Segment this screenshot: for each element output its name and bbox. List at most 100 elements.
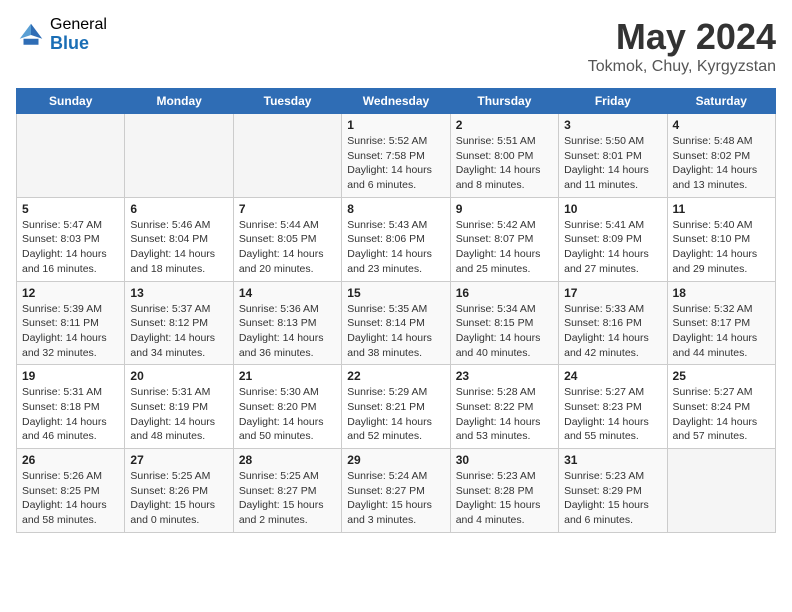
day-number: 3	[564, 118, 661, 132]
day-info: Sunrise: 5:30 AM Sunset: 8:20 PM Dayligh…	[239, 385, 336, 444]
weekday-header-cell: Wednesday	[342, 89, 450, 114]
calendar-cell: 7Sunrise: 5:44 AM Sunset: 8:05 PM Daylig…	[233, 197, 341, 281]
title-area: May 2024 Tokmok, Chuy, Kyrgyzstan	[588, 16, 776, 76]
calendar-cell: 13Sunrise: 5:37 AM Sunset: 8:12 PM Dayli…	[125, 281, 233, 365]
calendar-week-row: 5 Sunrise: 5:47 AM Sunset: 8:03 PM Daylig…	[17, 197, 776, 281]
calendar-week-row: 26Sunrise: 5:26 AM Sunset: 8:25 PM Dayli…	[17, 449, 776, 533]
calendar-cell: 6Sunrise: 5:46 AM Sunset: 8:04 PM Daylig…	[125, 197, 233, 281]
page-header: General Blue May 2024 Tokmok, Chuy, Kyrg…	[16, 16, 776, 76]
weekday-header-cell: Saturday	[667, 89, 775, 114]
day-info: Sunrise: 5:25 AM Sunset: 8:26 PM Dayligh…	[130, 469, 227, 528]
day-number: 17	[564, 286, 661, 300]
day-info: Sunrise: 5:47 AM Sunset: 8:03 PM Dayligh…	[22, 218, 119, 277]
day-info: Sunrise: 5:28 AM Sunset: 8:22 PM Dayligh…	[456, 385, 553, 444]
day-info: Sunrise: 5:41 AM Sunset: 8:09 PM Dayligh…	[564, 218, 661, 277]
calendar-cell	[233, 114, 341, 198]
calendar-week-row: 19Sunrise: 5:31 AM Sunset: 8:18 PM Dayli…	[17, 365, 776, 449]
day-number: 22	[347, 369, 444, 383]
calendar-cell: 15Sunrise: 5:35 AM Sunset: 8:14 PM Dayli…	[342, 281, 450, 365]
day-number: 31	[564, 453, 661, 467]
day-number: 12	[22, 286, 119, 300]
logo-general: General	[50, 16, 107, 34]
calendar: SundayMondayTuesdayWednesdayThursdayFrid…	[16, 88, 776, 533]
day-number: 21	[239, 369, 336, 383]
day-number: 5	[22, 202, 119, 216]
calendar-cell: 11Sunrise: 5:40 AM Sunset: 8:10 PM Dayli…	[667, 197, 775, 281]
day-number: 26	[22, 453, 119, 467]
day-number: 18	[673, 286, 770, 300]
calendar-cell: 25 Sunrise: 5:27 AM Sunset: 8:24 PM Dayli…	[667, 365, 775, 449]
calendar-cell: 31 Sunrise: 5:23 AM Sunset: 8:29 PM Dayli…	[559, 449, 667, 533]
calendar-cell: 17 Sunrise: 5:33 AM Sunset: 8:16 PM Dayli…	[559, 281, 667, 365]
day-info: Sunrise: 5:29 AM Sunset: 8:21 PM Dayligh…	[347, 385, 444, 444]
day-number: 29	[347, 453, 444, 467]
calendar-cell: 2Sunrise: 5:51 AM Sunset: 8:00 PM Daylig…	[450, 114, 558, 198]
calendar-cell: 27Sunrise: 5:25 AM Sunset: 8:26 PM Dayli…	[125, 449, 233, 533]
calendar-cell	[667, 449, 775, 533]
logo-blue: Blue	[50, 34, 107, 54]
calendar-cell: 21 Sunrise: 5:30 AM Sunset: 8:20 PM Dayli…	[233, 365, 341, 449]
day-number: 13	[130, 286, 227, 300]
day-number: 24	[564, 369, 661, 383]
calendar-cell: 14Sunrise: 5:36 AM Sunset: 8:13 PM Dayli…	[233, 281, 341, 365]
calendar-cell: 28 Sunrise: 5:25 AM Sunset: 8:27 PM Dayli…	[233, 449, 341, 533]
calendar-cell: 29Sunrise: 5:24 AM Sunset: 8:27 PM Dayli…	[342, 449, 450, 533]
weekday-header-cell: Sunday	[17, 89, 125, 114]
day-info: Sunrise: 5:35 AM Sunset: 8:14 PM Dayligh…	[347, 302, 444, 361]
day-number: 28	[239, 453, 336, 467]
day-number: 23	[456, 369, 553, 383]
calendar-cell: 1Sunrise: 5:52 AM Sunset: 7:58 PM Daylig…	[342, 114, 450, 198]
calendar-cell: 8 Sunrise: 5:43 AM Sunset: 8:06 PM Daylig…	[342, 197, 450, 281]
day-number: 8	[347, 202, 444, 216]
weekday-header-row: SundayMondayTuesdayWednesdayThursdayFrid…	[17, 89, 776, 114]
logo-icon	[16, 20, 46, 50]
calendar-cell: 16 Sunrise: 5:34 AM Sunset: 8:15 PM Dayli…	[450, 281, 558, 365]
calendar-cell: 18 Sunrise: 5:32 AM Sunset: 8:17 PM Dayli…	[667, 281, 775, 365]
weekday-header-cell: Monday	[125, 89, 233, 114]
day-info: Sunrise: 5:48 AM Sunset: 8:02 PM Dayligh…	[673, 134, 770, 193]
day-info: Sunrise: 5:40 AM Sunset: 8:10 PM Dayligh…	[673, 218, 770, 277]
calendar-cell: 24 Sunrise: 5:27 AM Sunset: 8:23 PM Dayli…	[559, 365, 667, 449]
day-info: Sunrise: 5:43 AM Sunset: 8:06 PM Dayligh…	[347, 218, 444, 277]
calendar-cell: 5 Sunrise: 5:47 AM Sunset: 8:03 PM Daylig…	[17, 197, 125, 281]
calendar-cell: 10 Sunrise: 5:41 AM Sunset: 8:09 PM Dayli…	[559, 197, 667, 281]
day-info: Sunrise: 5:39 AM Sunset: 8:11 PM Dayligh…	[22, 302, 119, 361]
calendar-cell: 30Sunrise: 5:23 AM Sunset: 8:28 PM Dayli…	[450, 449, 558, 533]
weekday-header-cell: Tuesday	[233, 89, 341, 114]
day-number: 16	[456, 286, 553, 300]
day-info: Sunrise: 5:46 AM Sunset: 8:04 PM Dayligh…	[130, 218, 227, 277]
day-info: Sunrise: 5:52 AM Sunset: 7:58 PM Dayligh…	[347, 134, 444, 193]
calendar-body: 1Sunrise: 5:52 AM Sunset: 7:58 PM Daylig…	[17, 114, 776, 533]
day-number: 4	[673, 118, 770, 132]
calendar-cell: 22 Sunrise: 5:29 AM Sunset: 8:21 PM Dayli…	[342, 365, 450, 449]
calendar-cell: 20 Sunrise: 5:31 AM Sunset: 8:19 PM Dayli…	[125, 365, 233, 449]
calendar-cell: 4 Sunrise: 5:48 AM Sunset: 8:02 PM Daylig…	[667, 114, 775, 198]
day-number: 20	[130, 369, 227, 383]
calendar-week-row: 12 Sunrise: 5:39 AM Sunset: 8:11 PM Dayli…	[17, 281, 776, 365]
calendar-cell	[125, 114, 233, 198]
day-info: Sunrise: 5:25 AM Sunset: 8:27 PM Dayligh…	[239, 469, 336, 528]
day-number: 25	[673, 369, 770, 383]
month-title: May 2024	[588, 16, 776, 58]
day-info: Sunrise: 5:27 AM Sunset: 8:24 PM Dayligh…	[673, 385, 770, 444]
day-number: 14	[239, 286, 336, 300]
calendar-cell: 26Sunrise: 5:26 AM Sunset: 8:25 PM Dayli…	[17, 449, 125, 533]
day-info: Sunrise: 5:34 AM Sunset: 8:15 PM Dayligh…	[456, 302, 553, 361]
day-info: Sunrise: 5:32 AM Sunset: 8:17 PM Dayligh…	[673, 302, 770, 361]
logo-text: General Blue	[50, 16, 107, 53]
day-number: 2	[456, 118, 553, 132]
day-info: Sunrise: 5:31 AM Sunset: 8:19 PM Dayligh…	[130, 385, 227, 444]
calendar-cell: 23 Sunrise: 5:28 AM Sunset: 8:22 PM Dayli…	[450, 365, 558, 449]
weekday-header-cell: Friday	[559, 89, 667, 114]
day-info: Sunrise: 5:27 AM Sunset: 8:23 PM Dayligh…	[564, 385, 661, 444]
day-info: Sunrise: 5:50 AM Sunset: 8:01 PM Dayligh…	[564, 134, 661, 193]
weekday-header-cell: Thursday	[450, 89, 558, 114]
day-info: Sunrise: 5:33 AM Sunset: 8:16 PM Dayligh…	[564, 302, 661, 361]
day-number: 10	[564, 202, 661, 216]
day-info: Sunrise: 5:31 AM Sunset: 8:18 PM Dayligh…	[22, 385, 119, 444]
day-info: Sunrise: 5:44 AM Sunset: 8:05 PM Dayligh…	[239, 218, 336, 277]
calendar-cell: 3 Sunrise: 5:50 AM Sunset: 8:01 PM Daylig…	[559, 114, 667, 198]
day-number: 9	[456, 202, 553, 216]
day-info: Sunrise: 5:23 AM Sunset: 8:29 PM Dayligh…	[564, 469, 661, 528]
calendar-cell: 12 Sunrise: 5:39 AM Sunset: 8:11 PM Dayli…	[17, 281, 125, 365]
